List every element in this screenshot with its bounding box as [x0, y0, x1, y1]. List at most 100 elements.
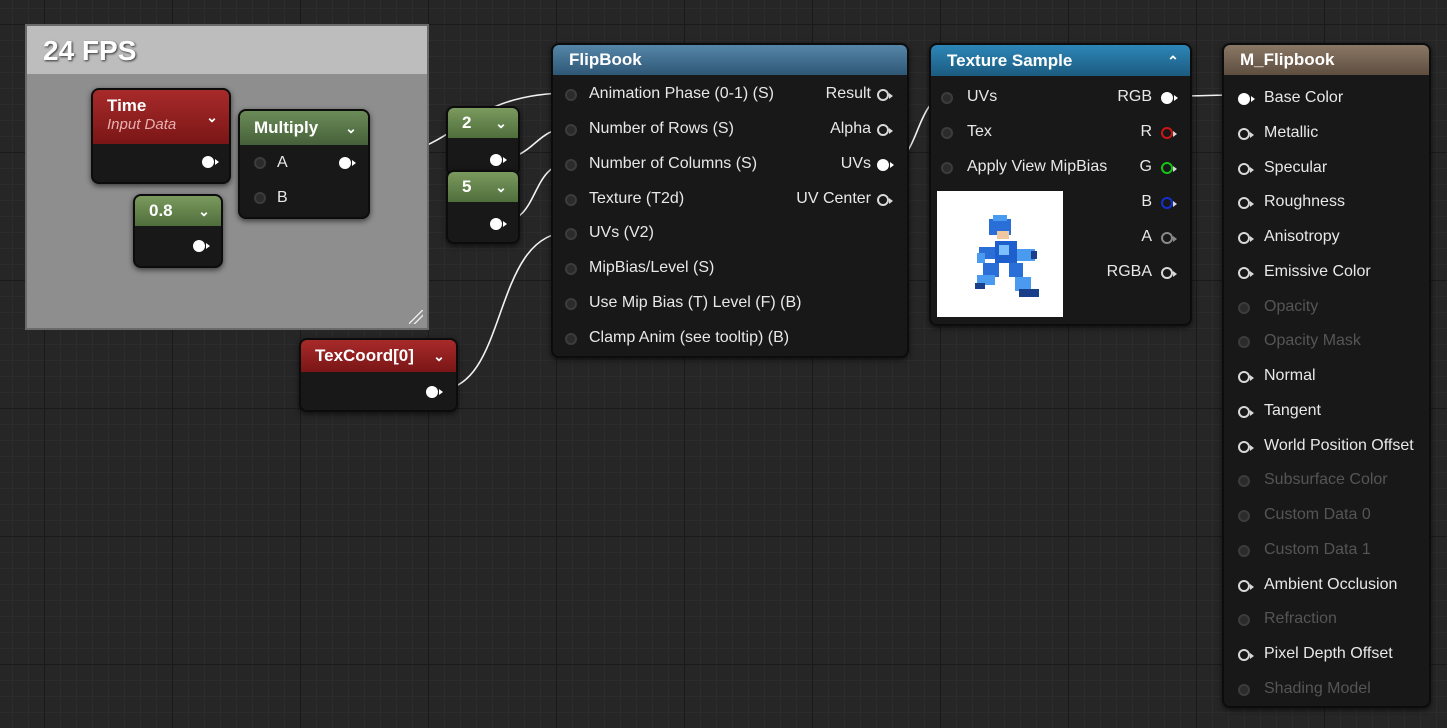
- material-node[interactable]: M_Flipbook Base Color Metallic Specular Rou…: [1222, 43, 1431, 708]
- material-input-label: Ambient Occlusion: [1264, 575, 1398, 593]
- material-input-pin[interactable]: [1238, 683, 1250, 696]
- material-input-label: Metallic: [1264, 123, 1319, 141]
- material-input-pin[interactable]: [1238, 614, 1250, 627]
- material-input-label: World Position Offset: [1264, 436, 1414, 454]
- multiply-input-a-label: A: [277, 154, 288, 171]
- material-input-pin[interactable]: [1238, 162, 1254, 175]
- multiply-input-a-pin[interactable]: [254, 157, 266, 169]
- flipbook-title: FlipBook: [569, 50, 642, 69]
- flipbook-input-usemipbias-pin[interactable]: [565, 298, 577, 310]
- material-input-pin[interactable]: [1238, 93, 1255, 105]
- multiply-node-header[interactable]: Multiply ⌄: [240, 111, 368, 145]
- multiply-input-b-pin[interactable]: [254, 192, 266, 204]
- material-input-label: Base Color: [1264, 89, 1344, 106]
- constant-5-node[interactable]: 5 ⌄: [446, 170, 520, 244]
- material-input-label: Opacity: [1264, 297, 1319, 315]
- material-header[interactable]: M_Flipbook: [1224, 45, 1429, 75]
- material-title: M_Flipbook: [1240, 50, 1335, 69]
- chevron-down-icon[interactable]: ⌄: [494, 180, 508, 194]
- multiply-node[interactable]: Multiply ⌄ A B: [238, 109, 370, 219]
- material-input-label: Shading Model: [1264, 679, 1371, 697]
- material-input-label: Subsurface Color: [1264, 471, 1388, 489]
- chevron-down-icon[interactable]: ⌄: [344, 121, 358, 135]
- constant-08-output-pin[interactable]: [193, 240, 210, 252]
- material-input-pin[interactable]: [1238, 232, 1254, 244]
- flipbook-input-clampanim-pin[interactable]: [565, 333, 577, 345]
- flipbook-input-texture-pin[interactable]: [565, 194, 577, 206]
- constant-2-value[interactable]: 2: [462, 113, 471, 132]
- flipbook-output-uvs-pin[interactable]: [877, 159, 894, 171]
- flipbook-input-clampanim-label: Clamp Anim (see tooltip) (B): [589, 329, 790, 346]
- chevron-down-icon[interactable]: ⌄: [205, 110, 219, 124]
- flipbook-input-phase-pin[interactable]: [565, 89, 577, 101]
- chevron-up-icon[interactable]: ⌃: [1166, 54, 1180, 68]
- constant-08-value[interactable]: 0.8: [149, 201, 173, 220]
- flipbook-input-columns-pin[interactable]: [565, 159, 577, 171]
- multiply-output-pin[interactable]: [339, 157, 356, 169]
- texcoord-output-pin[interactable]: [426, 386, 443, 398]
- material-input-label: Specular: [1264, 158, 1328, 176]
- material-input-pin[interactable]: [1238, 579, 1254, 592]
- constant-2-output-pin[interactable]: [490, 154, 507, 166]
- time-node-header[interactable]: Time Input Data ⌄: [93, 90, 229, 144]
- texture-input-uvs-pin[interactable]: [941, 92, 953, 104]
- material-input-pin[interactable]: [1238, 197, 1254, 210]
- texture-output-g-pin[interactable]: [1161, 162, 1177, 174]
- material-input-pin[interactable]: [1238, 544, 1250, 557]
- texcoord-node[interactable]: TexCoord[0] ⌄: [299, 338, 458, 412]
- flipbook-input-mipbias-label: MipBias/Level (S): [589, 259, 715, 276]
- flipbook-input-columns-label: Number of Columns (S): [589, 155, 758, 172]
- texture-output-a-pin[interactable]: [1161, 232, 1177, 244]
- constant-08-node[interactable]: 0.8 ⌄: [133, 194, 223, 268]
- flipbook-output-uvcenter-pin[interactable]: [877, 194, 893, 206]
- texture-output-r-pin[interactable]: [1161, 127, 1177, 139]
- flipbook-input-rows-pin[interactable]: [565, 124, 577, 136]
- constant-5-output-pin[interactable]: [490, 218, 507, 230]
- chevron-down-icon[interactable]: ⌄: [494, 116, 508, 130]
- material-input-label: Refraction: [1264, 610, 1337, 628]
- chevron-down-icon[interactable]: ⌄: [197, 204, 211, 218]
- texture-output-rgba-label: RGBA: [1106, 263, 1152, 280]
- material-input-pin[interactable]: [1238, 127, 1254, 140]
- chevron-down-icon[interactable]: ⌄: [432, 349, 446, 363]
- constant-5-value[interactable]: 5: [462, 177, 471, 196]
- flipbook-node[interactable]: FlipBook Animation Phase (0-1) (S) Numbe…: [551, 43, 909, 358]
- texcoord-header[interactable]: TexCoord[0] ⌄: [301, 340, 456, 372]
- material-input-label: Custom Data 1: [1264, 540, 1371, 558]
- time-node[interactable]: Time Input Data ⌄: [91, 88, 231, 184]
- flipbook-input-mipbias-pin[interactable]: [565, 263, 577, 275]
- texture-output-b-pin[interactable]: [1161, 197, 1177, 209]
- flipbook-header[interactable]: FlipBook: [553, 45, 907, 75]
- material-input-label: Emissive Color: [1264, 262, 1371, 280]
- texture-output-rgba-pin[interactable]: [1161, 267, 1177, 279]
- texture-output-rgb-pin[interactable]: [1161, 92, 1178, 104]
- material-input-pin[interactable]: [1238, 266, 1254, 279]
- material-input-pin[interactable]: [1238, 405, 1254, 418]
- comment-title[interactable]: 24 FPS: [27, 26, 427, 74]
- material-input-pin[interactable]: [1238, 301, 1250, 314]
- constant-5-header[interactable]: 5 ⌄: [448, 172, 518, 202]
- material-input-label: Pixel Depth Offset: [1264, 645, 1393, 662]
- constant-2-node[interactable]: 2 ⌄: [446, 106, 520, 176]
- time-output-pin[interactable]: [202, 156, 219, 168]
- material-input-pin[interactable]: [1238, 649, 1254, 661]
- material-input-pin[interactable]: [1238, 371, 1254, 383]
- constant-08-header[interactable]: 0.8 ⌄: [135, 196, 221, 226]
- resize-grip-icon[interactable]: [409, 310, 423, 324]
- sprite-character-image: [975, 215, 1039, 297]
- material-input-label: Tangent: [1264, 401, 1321, 419]
- material-input-pin[interactable]: [1238, 475, 1250, 488]
- flipbook-output-result-pin[interactable]: [877, 89, 893, 101]
- multiply-input-b-label: B: [277, 189, 288, 206]
- texture-sample-node[interactable]: Texture Sample ⌃ UVs Tex Apply View MipB…: [929, 43, 1192, 326]
- material-input-pin[interactable]: [1238, 440, 1254, 453]
- texture-input-tex-pin[interactable]: [941, 127, 953, 139]
- texture-sample-header[interactable]: Texture Sample ⌃: [931, 45, 1190, 76]
- flipbook-input-uvs-pin[interactable]: [565, 228, 577, 240]
- constant-2-header[interactable]: 2 ⌄: [448, 108, 518, 138]
- material-input-pin[interactable]: [1238, 510, 1250, 522]
- texture-input-uvs-label: UVs: [967, 88, 998, 105]
- flipbook-output-alpha-pin[interactable]: [877, 124, 893, 136]
- material-input-pin[interactable]: [1238, 336, 1250, 349]
- texture-input-mipbias-pin[interactable]: [941, 162, 953, 174]
